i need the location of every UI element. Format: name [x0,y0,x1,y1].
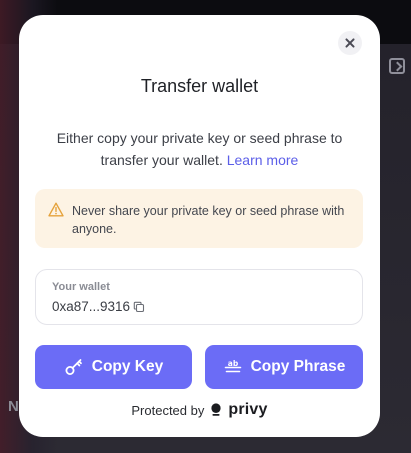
warning-banner: Never share your private key or seed phr… [35,189,363,248]
footer: Protected by privy [19,401,380,419]
external-link-icon [389,58,405,74]
privy-brand: privy [228,401,268,418]
copy-key-label: Copy Key [91,358,164,375]
key-icon [65,359,82,375]
wallet-address: 0xa87...9316 [52,299,131,314]
svg-text:ab: ab [227,359,238,368]
phrase-icon: ab [224,359,241,373]
learn-more-link[interactable]: Learn more [227,152,299,168]
modal-title: Transfer wallet [140,76,259,96]
copy-icon[interactable] [133,301,145,313]
transfer-wallet-modal: Transfer wallet Either copy your private… [19,15,380,437]
wallet-card: Your wallet 0xa87...9316 [35,269,363,325]
copy-key-button[interactable]: Copy Key [35,345,192,389]
wallet-address-row: 0xa87...9316 [52,299,145,314]
wallet-label: Your wallet [52,281,110,293]
warning-triangle-icon [48,202,64,217]
privy-logo-icon [211,403,221,416]
copy-phrase-label: Copy Phrase [250,358,346,375]
description-text: Either copy your private key or seed phr… [56,130,343,168]
warning-text: Never share your private key or seed phr… [72,204,345,236]
copy-phrase-button[interactable]: ab Copy Phrase [205,345,363,389]
modal-description: Either copy your private key or seed phr… [49,127,350,171]
protected-by-text: Protected by [131,402,205,418]
background-glyph: N [8,398,19,415]
close-icon[interactable] [338,31,362,55]
